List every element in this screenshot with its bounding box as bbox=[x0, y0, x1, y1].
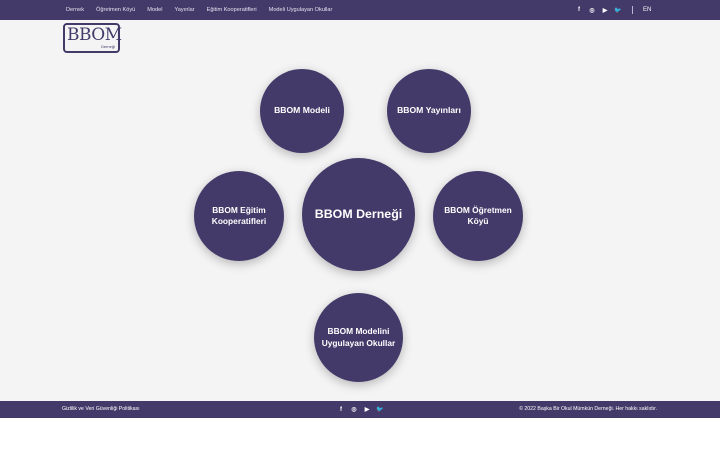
bbom-ogretmen-koyu-circle[interactable]: BBOM Öğretmen Köyü bbox=[433, 171, 523, 261]
copyright-text: © 2022 Başka Bir Okul Mümkün Derneği. He… bbox=[519, 406, 657, 412]
youtube-icon[interactable]: ▶ bbox=[600, 5, 610, 15]
nav-item-modeli-uygulayan-okullar[interactable]: Modeli Uygulayan Okullar bbox=[269, 7, 333, 13]
bbom-egitim-kooperatifleri-circle[interactable]: BBOM Eğitim Kooperatifleri bbox=[194, 171, 284, 261]
logo-subtitle: Derneği bbox=[100, 44, 115, 49]
nav-item-egitim-kooperatifleri[interactable]: Eğitim Kooperatifleri bbox=[207, 7, 257, 13]
privacy-policy-link[interactable]: Gizlilik ve Veri Güvenliği Politikası bbox=[62, 401, 140, 418]
bbom-modelini-uygulayan-okullar-circle[interactable]: BBOM Modelini Uygulayan Okullar bbox=[314, 293, 403, 382]
nav-divider bbox=[632, 6, 633, 14]
main-nav: Dernek Öğretmen Köyü Model Yayınlar Eğit… bbox=[66, 0, 344, 20]
instagram-icon[interactable]: ◎ bbox=[587, 5, 597, 15]
top-social-links: f ◎ ▶ 🐦 bbox=[574, 0, 626, 20]
logo-wordmark: BBOM bbox=[67, 25, 122, 45]
twitter-icon[interactable]: 🐦 bbox=[375, 405, 385, 415]
nav-item-yayinlar[interactable]: Yayınlar bbox=[174, 7, 194, 13]
bbom-dernegi-circle[interactable]: BBOM Derneği bbox=[302, 158, 415, 271]
footer: Gizlilik ve Veri Güvenliği Politikası f … bbox=[0, 401, 720, 418]
twitter-icon[interactable]: 🐦 bbox=[613, 5, 623, 15]
top-navbar: Dernek Öğretmen Köyü Model Yayınlar Eğit… bbox=[0, 0, 720, 20]
nav-item-dernek[interactable]: Dernek bbox=[66, 7, 84, 13]
nav-item-model[interactable]: Model bbox=[147, 7, 162, 13]
facebook-icon[interactable]: f bbox=[574, 5, 584, 15]
footer-social-links: f ◎ ▶ 🐦 bbox=[336, 401, 388, 418]
youtube-icon[interactable]: ▶ bbox=[362, 405, 372, 415]
facebook-icon[interactable]: f bbox=[336, 405, 346, 415]
bbom-yayinlari-circle[interactable]: BBOM Yayınları bbox=[387, 69, 471, 153]
language-switch[interactable]: EN bbox=[643, 0, 651, 20]
bbom-modeli-circle[interactable]: BBOM Modeli bbox=[260, 69, 344, 153]
site-logo[interactable]: BBOM Derneği bbox=[63, 23, 122, 53]
nav-item-ogretmen-koyu[interactable]: Öğretmen Köyü bbox=[96, 7, 135, 13]
instagram-icon[interactable]: ◎ bbox=[349, 405, 359, 415]
